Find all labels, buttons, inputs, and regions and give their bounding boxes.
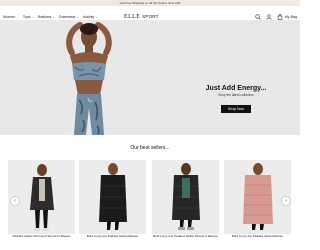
chevron-down-icon: ⌄: [76, 15, 79, 19]
nav-item-label: Women: [3, 15, 16, 19]
nav-item-activity[interactable]: Activity ⌄: [83, 15, 98, 19]
hero-model-image: [0, 20, 300, 135]
nav-item-outerwear[interactable]: Outerwear ⌄: [59, 15, 79, 19]
hero-title: Just Add Energy...: [205, 85, 267, 92]
product-name[interactable]: Padded Jacket with Hood Women's Ellesse: [8, 234, 75, 239]
nav-item-bottoms[interactable]: Bottoms ⌄: [38, 15, 55, 19]
nav-item-women[interactable]: Women ⌄: [3, 15, 19, 19]
nav-item-label: Bottoms: [37, 15, 52, 19]
best-sellers-carousel: Padded Jacket with Hood Women's Ellesse …: [0, 160, 300, 250]
bag-label[interactable]: My Bag: [285, 15, 297, 19]
product-card[interactable]: Bold Long Line Padded Jacket Ellesse: [79, 160, 146, 239]
product-model-image: [172, 163, 200, 230]
chevron-down-icon: ⌄: [52, 15, 55, 19]
nav-item-label: Tops: [22, 15, 31, 19]
product-name[interactable]: Bold Long Line Padded Jacket Women's Ell…: [152, 234, 219, 239]
product-image[interactable]: [152, 160, 219, 234]
promo-text: Get Free Shipping on All UK Orders Over …: [119, 1, 181, 5]
chevron-left-icon: ‹: [14, 198, 16, 204]
main-nav: Women ⌄ Tops ⌄ Bottoms ⌄ Outerwear ⌄ Activit…: [3, 15, 98, 19]
logo-sub: SPORT: [142, 14, 159, 19]
product-card[interactable]: Bold Long Line Padded Jacket Women's Ell…: [152, 160, 219, 239]
carousel-prev-button[interactable]: ‹: [10, 196, 20, 206]
nav-item-tops[interactable]: Tops ⌄: [23, 15, 34, 19]
product-image[interactable]: [224, 160, 291, 234]
chevron-right-icon: ›: [285, 198, 287, 204]
product-model-image: [243, 163, 273, 230]
product-image[interactable]: [79, 160, 146, 234]
chevron-down-icon: ⌄: [16, 15, 19, 19]
chevron-down-icon: ⌄: [95, 15, 98, 19]
product-name[interactable]: Bold Long Line Padded Jacket Ellesse: [79, 234, 146, 239]
hero-subtitle: Shop the latest collection: [218, 93, 254, 97]
shop-now-button[interactable]: Shop Now: [220, 105, 252, 113]
hero-banner[interactable]: Just Add Energy... Shop the latest colle…: [0, 20, 300, 135]
product-name[interactable]: Bold Long Line Padded Jacket Ellesse: [224, 234, 291, 239]
section-title: Our best sellers...: [130, 145, 170, 151]
nav-item-label: Activity: [82, 15, 95, 19]
chevron-down-icon: ⌄: [31, 15, 34, 19]
nav-item-label: Outerwear: [58, 15, 76, 19]
product-model-image: [99, 163, 127, 230]
carousel-next-button[interactable]: ›: [281, 196, 291, 206]
hero-text: Just Add Energy... Shop the latest colle…: [196, 85, 276, 115]
